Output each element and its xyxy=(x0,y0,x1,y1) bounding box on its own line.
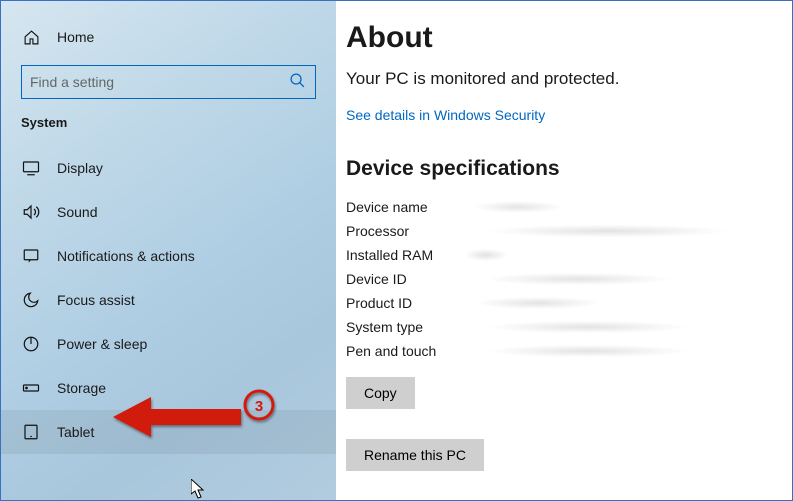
settings-main: About Your PC is monitored and protected… xyxy=(336,1,792,500)
spec-value-redacted xyxy=(458,224,772,238)
sidebar-item-focus-assist[interactable]: Focus assist xyxy=(1,278,336,322)
security-details-link[interactable]: See details in Windows Security xyxy=(346,107,772,123)
sidebar-item-storage[interactable]: Storage xyxy=(1,366,336,410)
power-icon xyxy=(21,335,41,353)
spec-row: Processor xyxy=(346,219,772,243)
spec-label: Processor xyxy=(346,223,458,239)
sidebar-item-label: Sound xyxy=(57,204,97,220)
search-container xyxy=(1,65,336,109)
spec-value-redacted xyxy=(458,320,772,334)
spec-label: System type xyxy=(346,319,458,335)
sidebar-item-power-sleep[interactable]: Power & sleep xyxy=(1,322,336,366)
sidebar-home[interactable]: Home xyxy=(1,19,336,55)
sound-icon xyxy=(21,203,41,221)
settings-sidebar: Home System Display Sound Notifications … xyxy=(1,1,336,500)
security-status: Your PC is monitored and protected. xyxy=(346,69,772,89)
spec-label: Pen and touch xyxy=(346,343,458,359)
storage-icon xyxy=(21,379,41,397)
spec-row: Device name xyxy=(346,195,772,219)
spec-value-redacted xyxy=(458,344,772,358)
spec-row: System type xyxy=(346,315,772,339)
spec-row: Device ID xyxy=(346,267,772,291)
spec-row: Installed RAM xyxy=(346,243,772,267)
spec-value-redacted xyxy=(458,296,772,310)
sidebar-item-label: Focus assist xyxy=(57,292,135,308)
spec-row: Pen and touch xyxy=(346,339,772,363)
spec-label: Installed RAM xyxy=(346,247,458,263)
cursor-icon xyxy=(191,479,207,499)
device-specs-heading: Device specifications xyxy=(346,157,772,181)
spec-value-redacted xyxy=(458,272,772,286)
spec-label: Device name xyxy=(346,199,458,215)
spec-label: Device ID xyxy=(346,271,458,287)
sidebar-item-sound[interactable]: Sound xyxy=(1,190,336,234)
sidebar-home-label: Home xyxy=(57,29,94,45)
page-title: About xyxy=(346,21,772,55)
tablet-icon xyxy=(21,423,41,441)
spec-label: Product ID xyxy=(346,295,458,311)
spec-row: Product ID xyxy=(346,291,772,315)
sidebar-item-label: Tablet xyxy=(57,424,94,440)
home-icon xyxy=(21,29,41,46)
rename-pc-button[interactable]: Rename this PC xyxy=(346,439,484,471)
notifications-icon xyxy=(21,247,41,265)
sidebar-item-label: Notifications & actions xyxy=(57,248,195,264)
spec-value-redacted xyxy=(458,248,772,262)
search-input[interactable] xyxy=(21,65,316,99)
sidebar-item-label: Power & sleep xyxy=(57,336,147,352)
focus-assist-icon xyxy=(21,291,41,309)
sidebar-item-label: Storage xyxy=(57,380,106,396)
sidebar-item-notifications[interactable]: Notifications & actions xyxy=(1,234,336,278)
sidebar-item-tablet[interactable]: Tablet xyxy=(1,410,336,454)
spec-value-redacted xyxy=(458,200,772,214)
sidebar-item-label: Display xyxy=(57,160,103,176)
sidebar-section-label: System xyxy=(1,109,336,146)
display-icon xyxy=(21,159,41,177)
copy-button[interactable]: Copy xyxy=(346,377,415,409)
sidebar-item-display[interactable]: Display xyxy=(1,146,336,190)
